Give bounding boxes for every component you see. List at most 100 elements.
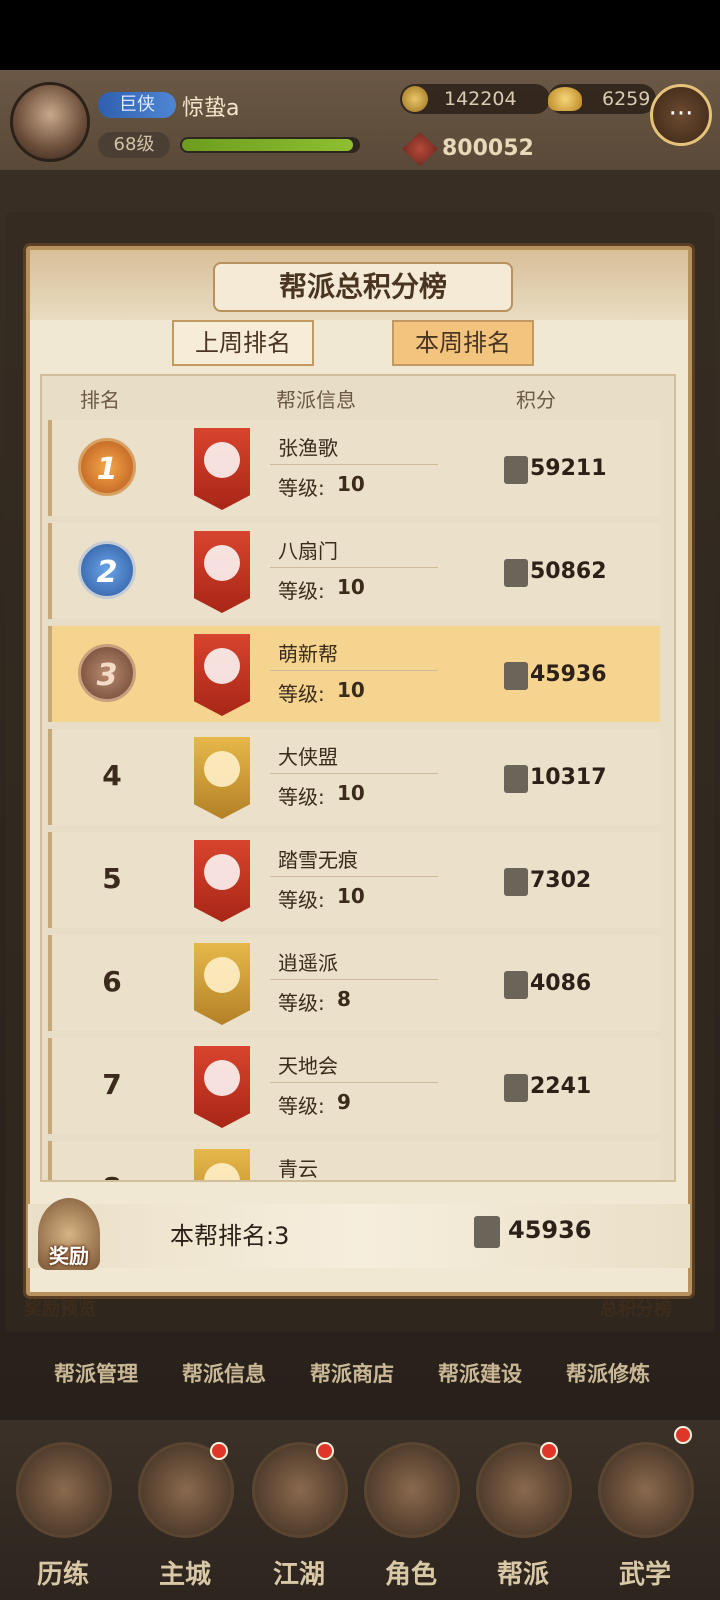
notification-dot <box>210 1442 228 1460</box>
guild-level-label: 等级: <box>278 888 325 912</box>
table-row[interactable]: 3 萌新帮等级: 10 45936 <box>48 626 660 722</box>
dragon-emblem-icon <box>204 1163 240 1180</box>
score-token-icon <box>504 456 528 484</box>
guild-score: 10317 <box>530 765 607 790</box>
player-name: 惊蛰a <box>182 96 240 121</box>
guild-banner-icon <box>194 840 250 922</box>
rank-number: 6 <box>102 965 122 998</box>
divider <box>270 464 438 465</box>
divider <box>270 670 438 671</box>
dragon-emblem-icon <box>204 854 240 890</box>
score-token-icon <box>504 868 528 896</box>
guild-menu-train[interactable]: 帮派修炼 <box>566 1358 650 1390</box>
guild-name: 逍遥派 <box>278 951 338 975</box>
header-guild-info: 帮派信息 <box>276 388 356 412</box>
table-row[interactable]: 7 天地会 等级: 9 2241 <box>48 1038 660 1134</box>
guild-level-label: 等级: <box>278 785 325 809</box>
guild-level-value: 10 <box>337 678 365 702</box>
score-token-icon <box>504 971 528 999</box>
table-row[interactable]: 8 青云 <box>48 1141 660 1180</box>
table-row[interactable]: 2 八扇门 等级: 10 50862 <box>48 523 660 619</box>
coin-value: 142204 <box>444 88 517 110</box>
player-level: 68级 <box>98 132 170 158</box>
table-row[interactable]: 6 逍遥派 等级: 8 4086 <box>48 935 660 1031</box>
status-bar <box>0 0 720 70</box>
guild-banner-icon <box>194 531 250 613</box>
table-row[interactable]: 5 踏雪无痕 等级: 10 7302 <box>48 832 660 928</box>
my-guild-score: 45936 <box>508 1216 592 1244</box>
divider <box>270 1082 438 1083</box>
guild-name: 张渔歌 <box>278 436 338 460</box>
rank-number: 8 <box>96 1171 128 1180</box>
nav-label: 江湖 <box>272 1560 325 1590</box>
divider <box>270 979 438 980</box>
guild-menu-info[interactable]: 帮派信息 <box>182 1358 266 1390</box>
guild-menu-shop[interactable]: 帮派商店 <box>310 1358 394 1390</box>
guild-level-value: 9 <box>337 1090 351 1114</box>
guild-menu-manage[interactable]: 帮派管理 <box>54 1358 138 1390</box>
world-icon <box>252 1442 348 1538</box>
player-avatar[interactable] <box>10 82 90 162</box>
guild-level-label: 等级: <box>278 476 325 500</box>
guild-banner-icon <box>194 1149 250 1180</box>
dragon-emblem-icon <box>204 751 240 787</box>
score-token-icon <box>504 765 528 793</box>
rank-medal-icon: 1 <box>78 438 136 496</box>
tab-last-week[interactable]: 上周排名 <box>172 320 314 366</box>
guild-score: 45936 <box>530 662 607 687</box>
rank-medal-icon: 2 <box>78 541 136 599</box>
guild-level-label: 等级: <box>278 1094 325 1118</box>
modal-header: 帮派总积分榜 <box>30 250 688 320</box>
nav-item-character[interactable]: 角色 <box>356 1442 466 1592</box>
dragon-emblem-icon <box>204 442 240 478</box>
score-token-icon <box>474 1216 500 1248</box>
guild-name: 八扇门 <box>278 539 338 563</box>
player-title-badge: 巨侠 <box>98 92 176 118</box>
guild-level-label: 等级: <box>278 682 325 706</box>
guild-menu-build[interactable]: 帮派建设 <box>438 1358 522 1390</box>
guild-score: 7302 <box>530 868 592 893</box>
guild-level-value: 8 <box>337 987 351 1011</box>
character-icon <box>364 1442 460 1538</box>
guild-name: 萌新帮 <box>278 642 338 666</box>
guild-banner-icon <box>194 943 250 1025</box>
rank-medal-icon: 3 <box>78 644 136 702</box>
nav-item-training[interactable]: 历练 <box>8 1442 118 1592</box>
nav-item-city[interactable]: 主城 <box>130 1442 240 1592</box>
nav-label: 角色 <box>384 1560 437 1590</box>
dragon-emblem-icon <box>204 648 240 684</box>
guild-level-value: 10 <box>337 884 365 908</box>
header-score: 积分 <box>516 388 556 412</box>
table-row[interactable]: 1 张渔歌等级: 10 59211 <box>48 420 660 516</box>
table-row[interactable]: 4 大侠盟 等级: 10 10317 <box>48 729 660 825</box>
xp-bar-fill <box>182 139 353 151</box>
guild-banner-icon <box>194 737 250 819</box>
score-token-icon <box>504 662 528 690</box>
guild-name: 天地会 <box>278 1054 338 1078</box>
nav-item-world[interactable]: 江湖 <box>244 1442 354 1592</box>
score-token-icon <box>504 559 528 587</box>
guild-banner-icon <box>194 634 250 716</box>
coin-icon <box>402 86 428 112</box>
guild-banner-icon <box>194 428 250 510</box>
nav-label: 主城 <box>158 1560 211 1590</box>
leaderboard-table: 排名 帮派信息 积分 1 张渔歌 等级: 10 59211 2 八扇门 等级: 10 50862 3… <box>40 374 676 1182</box>
guild-score: 59211 <box>530 456 607 481</box>
guild-level-value: 10 <box>337 472 365 496</box>
ingot-counter[interactable]: 6259 <box>548 84 656 114</box>
nav-label: 帮派 <box>496 1560 549 1590</box>
guild-level-value: 10 <box>337 781 365 805</box>
tab-this-week[interactable]: 本周排名 <box>392 320 534 366</box>
coin-counter[interactable]: 142204 <box>400 84 550 114</box>
guild-level-value: 10 <box>337 575 365 599</box>
my-guild-rank: 本帮排名:3 <box>170 1222 290 1250</box>
notification-dot <box>316 1442 334 1460</box>
dragon-emblem-icon <box>204 1060 240 1096</box>
chat-button[interactable]: ··· <box>650 84 712 146</box>
power-value: 800052 <box>442 136 534 161</box>
reward-preview-link: 奖励预览 <box>24 1299 96 1320</box>
modal-title: 帮派总积分榜 <box>213 262 513 312</box>
nav-item-martial-arts[interactable]: 武学 <box>590 1426 700 1592</box>
reward-chest-label: 奖励 <box>49 1244 89 1268</box>
nav-item-guild[interactable]: 帮派 <box>468 1442 578 1592</box>
